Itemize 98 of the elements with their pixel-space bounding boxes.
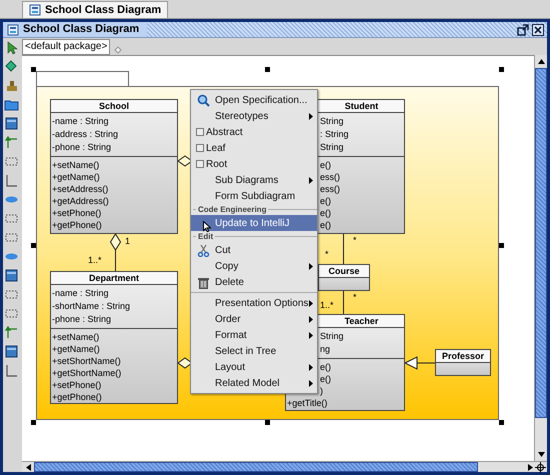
- class-member: ng: [319, 343, 330, 356]
- association-line: [343, 290, 344, 314]
- class-name: Teacher: [344, 315, 378, 327]
- class-member: +setAddress(): [51, 183, 108, 195]
- class-member: -name : String: [51, 115, 109, 128]
- arrow-corner-icon[interactable]: [4, 325, 19, 340]
- menu-item[interactable]: Copy: [191, 258, 317, 274]
- scissors-icon: [196, 244, 210, 256]
- selection-handle[interactable]: [31, 67, 36, 72]
- generalization-arrow: [404, 356, 436, 370]
- class-member: +getName(): [51, 343, 100, 355]
- menu-section-label: Code Engineering: [198, 204, 266, 214]
- stamp-icon[interactable]: [4, 78, 19, 93]
- class-box[interactable]: Department -name : String -shortName : String -phone : String +setName() +getName() +setShortName() +getShortName() +setPhone() +getPhone(): [50, 271, 178, 404]
- class-member: -phone : String: [51, 313, 112, 326]
- class-name: Course: [328, 265, 360, 277]
- class-member: ess(): [319, 171, 340, 183]
- class-member: +getPhone(): [51, 219, 102, 231]
- class-name: Department: [88, 272, 139, 284]
- checkbox[interactable]: [196, 144, 204, 152]
- multiplicity-label: 1..*: [320, 300, 334, 310]
- vertical-scrollbar[interactable]: [534, 55, 547, 461]
- selection-handle[interactable]: [265, 67, 270, 72]
- checkbox[interactable]: [196, 128, 204, 136]
- class-member: +getPhone(): [51, 391, 102, 403]
- class-member: +setName(): [51, 331, 100, 343]
- class-member: e(): [319, 207, 331, 219]
- up-arrow-icon[interactable]: [538, 59, 544, 64]
- trash-icon: [196, 276, 210, 288]
- class-member: +setName(): [51, 159, 100, 171]
- class-member: String: [319, 115, 344, 128]
- class-member: e(): [319, 361, 331, 373]
- class-member: +setPhone(): [51, 379, 102, 391]
- down-arrow-icon[interactable]: [538, 452, 544, 457]
- corner-line-icon[interactable]: [4, 173, 19, 188]
- diagram-icon: [29, 4, 41, 16]
- class-box[interactable]: School -name : String -address : String -phone : String +setName() +getName() +setAddress() +getAddress() +setPhone() +getPhone(): [50, 99, 178, 234]
- class-member: ): [319, 385, 323, 397]
- class-icon[interactable]: [4, 344, 19, 359]
- multiplicity-label: *: [353, 292, 357, 302]
- menu-section-label: Edit: [198, 232, 214, 242]
- gem-icon[interactable]: [4, 59, 19, 74]
- aggregation-connector: [110, 233, 122, 272]
- diagram-icon: [7, 24, 19, 36]
- menu-item[interactable]: Delete: [191, 274, 317, 290]
- class-member: e(): [319, 373, 331, 385]
- undock-icon[interactable]: [517, 24, 529, 36]
- navigator-icon[interactable]: [535, 462, 546, 472]
- selection-handle[interactable]: [265, 420, 270, 425]
- arrow-corner-icon[interactable]: [4, 135, 19, 150]
- class-member: +getAddress(): [51, 195, 109, 207]
- class-icon[interactable]: [4, 268, 19, 283]
- multiplicity-label: *: [353, 235, 357, 245]
- horizontal-scrollbar[interactable]: [22, 461, 547, 472]
- class-member: -shortName : String: [51, 300, 130, 313]
- class-member: e(): [319, 219, 331, 231]
- class-member: -phone : String: [51, 141, 112, 154]
- class-member: String: [319, 330, 344, 343]
- package-selector[interactable]: <default package>: [22, 38, 110, 54]
- class-member: +getShortName(): [51, 367, 122, 379]
- class-name: School: [98, 100, 129, 112]
- magnifier-icon: [196, 94, 210, 106]
- mouse-cursor-icon: [203, 221, 211, 232]
- selection-handle[interactable]: [31, 420, 36, 425]
- class-member: +getName(): [51, 171, 100, 183]
- class-member: : String: [319, 128, 349, 141]
- class-member: e(): [319, 195, 331, 207]
- selection-handle[interactable]: [499, 67, 504, 72]
- class-box[interactable]: Professor: [435, 349, 491, 376]
- document-tab[interactable]: School Class Diagram: [22, 1, 168, 18]
- selection-handle[interactable]: [499, 243, 504, 248]
- checkbox[interactable]: [196, 160, 204, 168]
- menu-item[interactable]: Presentation Options: [191, 295, 317, 311]
- window-title: School Class Diagram: [23, 22, 140, 38]
- multiplicity-label: 1: [125, 236, 130, 246]
- class-member: +setShortName(): [51, 355, 121, 367]
- class-member: String: [319, 141, 344, 154]
- menu-item[interactable]: Cut: [191, 242, 317, 258]
- selection-handle[interactable]: [31, 243, 36, 248]
- class-member: -name : String: [51, 287, 109, 300]
- class-member: e(): [319, 159, 331, 171]
- class-icon[interactable]: [4, 116, 19, 131]
- right-arrow-icon[interactable]: [528, 464, 532, 470]
- menu-item[interactable]: Update to IntelliJ: [191, 215, 317, 231]
- association-line: [343, 234, 344, 264]
- close-icon[interactable]: [532, 24, 544, 36]
- corner-line-icon[interactable]: [4, 363, 19, 378]
- multiplicity-label: *: [325, 249, 329, 259]
- class-name: Student: [344, 100, 378, 112]
- class-member: -address : String: [51, 128, 118, 141]
- class-member: +getTitle(): [286, 397, 328, 409]
- multiplicity-label: 1..*: [88, 255, 102, 265]
- class-member: +setPhone(): [51, 207, 102, 219]
- class-name: Professor: [442, 350, 484, 362]
- class-member: ess(): [319, 183, 340, 195]
- class-box[interactable]: Course: [318, 264, 370, 291]
- left-arrow-icon[interactable]: [26, 464, 30, 470]
- selection-handle[interactable]: [499, 420, 504, 425]
